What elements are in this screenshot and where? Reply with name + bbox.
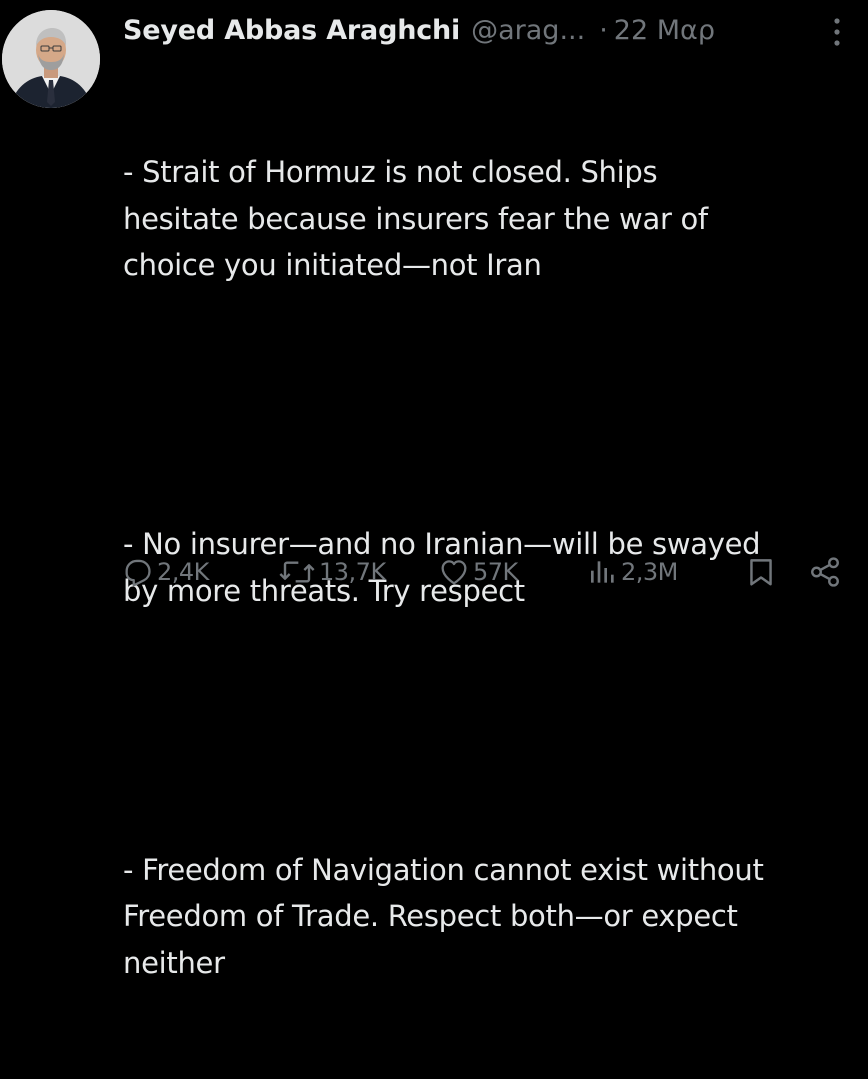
views-button[interactable]: 2,3M [588, 549, 678, 595]
like-button[interactable]: 57K [438, 549, 518, 595]
header-separator: · [599, 14, 608, 46]
share-button[interactable] [808, 549, 842, 595]
more-vertical-icon [834, 18, 840, 46]
tweet-paragraph: - Freedom of Navigation cannot exist wit… [123, 852, 764, 980]
heart-icon [441, 560, 467, 585]
like-count: 57K [473, 558, 518, 586]
avatar[interactable] [2, 10, 100, 108]
more-options-button[interactable] [826, 14, 848, 50]
reply-icon [125, 559, 151, 587]
profile-photo-icon [2, 10, 100, 108]
repost-count: 13,7K [319, 558, 386, 586]
tweet-header: Seyed Abbas Araghchi @arag... · 22 Μαρ [123, 10, 715, 50]
reply-count: 2,4K [157, 558, 209, 586]
share-icon [811, 557, 839, 587]
tweet-date[interactable]: 22 Μαρ [614, 15, 715, 46]
repost-icon [279, 561, 315, 583]
bookmark-button[interactable] [746, 549, 776, 595]
reply-button[interactable]: 2,4K [122, 549, 209, 595]
bookmark-icon [750, 559, 772, 586]
views-chart-icon [591, 561, 614, 583]
views-count: 2,3M [621, 558, 678, 586]
tweet[interactable]: Seyed Abbas Araghchi @arag... · 22 Μαρ -… [0, 0, 868, 980]
repost-button[interactable]: 13,7K [278, 549, 386, 595]
tweet-paragraph: - Strait of Hormuz is not closed. Ships … [123, 155, 708, 282]
author-handle[interactable]: @arag... [471, 15, 585, 46]
author-display-name[interactable]: Seyed Abbas Araghchi [123, 15, 460, 46]
action-bar: 2,4K 13,7K 57K 2,3M [0, 549, 868, 595]
